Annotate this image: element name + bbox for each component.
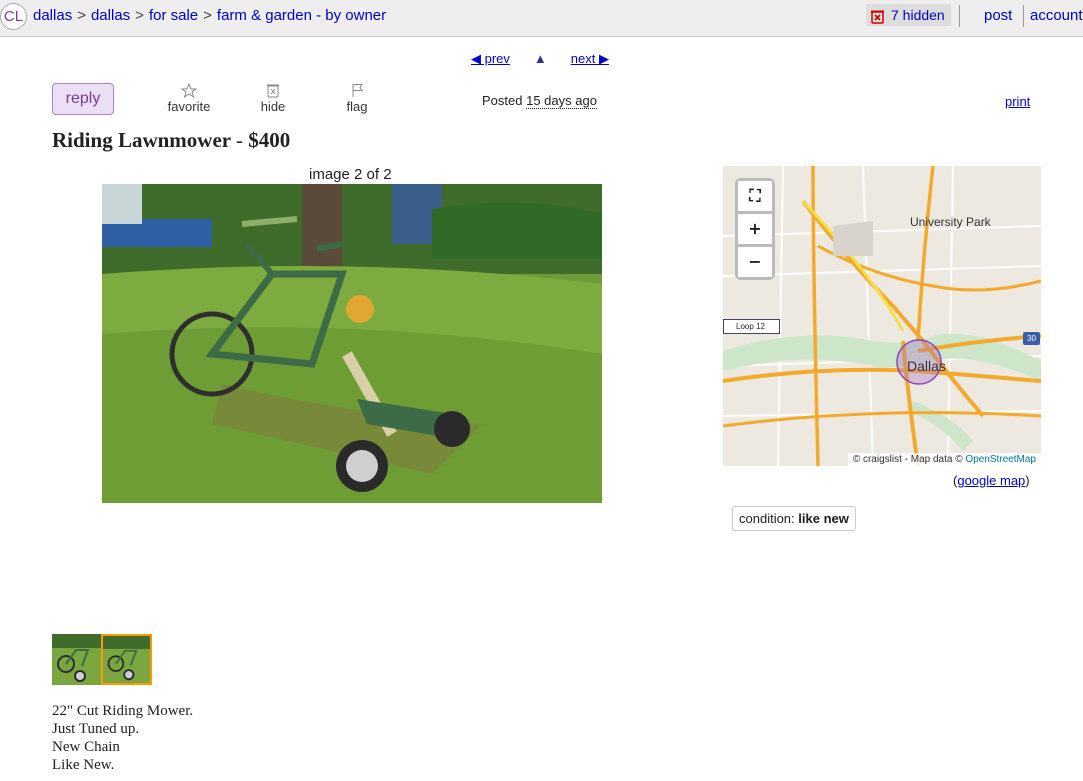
print-link[interactable]: print xyxy=(1005,94,1030,109)
breadcrumb-separator: > xyxy=(77,7,86,24)
flag-icon xyxy=(352,84,363,97)
favorite-label: favorite xyxy=(167,99,211,114)
hide-button[interactable]: hide xyxy=(255,83,291,114)
flag-label: flag xyxy=(346,99,368,114)
listing-title: Riding Lawnmower xyxy=(52,128,231,152)
posting-body: 22" Cut Riding Mower. Just Tuned up. New… xyxy=(52,702,193,774)
image-caption: image 2 of 2 xyxy=(309,166,392,183)
breadcrumb: dallas > dallas > for sale > farm & garden - b… xyxy=(33,7,386,24)
zoom-in-button[interactable]: + xyxy=(738,214,772,244)
map-label-university-park: University Park xyxy=(910,215,991,229)
condition-attribute: condition: like new xyxy=(732,506,856,531)
top-bar: CL dallas > dallas > for sale > farm & garden … xyxy=(0,0,1083,37)
hide-label: hide xyxy=(260,99,286,114)
google-map-link-wrap: (google map) xyxy=(953,473,1030,488)
breadcrumb-separator: > xyxy=(203,7,212,24)
flag-button[interactable]: flag xyxy=(340,83,374,114)
breadcrumb-dallas-city[interactable]: dallas xyxy=(91,7,130,24)
reply-button[interactable]: reply xyxy=(52,83,114,115)
posting-body-line: Like New. xyxy=(52,757,115,773)
craigslist-logo[interactable]: CL xyxy=(0,3,27,30)
posted-when: 15 days ago xyxy=(526,93,597,109)
trash-icon xyxy=(267,84,279,98)
hidden-trash-icon xyxy=(870,8,885,24)
map-controls: ⛶ + − xyxy=(735,178,775,280)
google-map-link[interactable]: google map xyxy=(957,473,1025,488)
breadcrumb-farm-garden[interactable]: farm & garden - by owner xyxy=(217,7,386,24)
posted-prefix: Posted xyxy=(482,93,523,108)
location-map[interactable]: University Park Dallas Loop 12 30 ⛶ + − … xyxy=(723,166,1041,466)
hidden-count-label: 7 hidden xyxy=(891,7,945,23)
thumbnail-2-selected[interactable] xyxy=(101,634,152,685)
hidden-posts-button[interactable]: 7 hidden xyxy=(866,4,951,26)
title-separator: - xyxy=(235,128,243,152)
breadcrumb-separator: > xyxy=(135,7,144,24)
up-arrow-icon[interactable]: ▲ xyxy=(534,51,547,66)
next-link[interactable]: next ▶ xyxy=(571,51,609,66)
posting-body-line: 22" Cut Riding Mower. xyxy=(52,703,194,719)
thumbnail-1[interactable] xyxy=(52,634,103,685)
breadcrumb-dallas-area[interactable]: dallas xyxy=(33,7,72,24)
openstreetmap-link[interactable]: OpenStreetMap xyxy=(965,454,1036,465)
topbar-divider xyxy=(959,5,960,27)
listing-price: $400 xyxy=(248,128,291,152)
condition-value: like new xyxy=(798,511,849,526)
prev-link[interactable]: ◀ prev xyxy=(471,51,510,66)
posting-body-line: Just Tuned up. xyxy=(52,721,140,737)
listing-pager: ◀ prev ▲ next ▶ xyxy=(471,51,609,67)
account-link[interactable]: account xyxy=(1030,7,1083,24)
map-attribution: © craigslist - Map data © OpenStreetMap xyxy=(847,453,1041,466)
listing-photo[interactable] xyxy=(102,184,602,503)
map-label-loop: Loop 12 xyxy=(723,319,780,334)
post-link[interactable]: post xyxy=(984,7,1012,24)
fullscreen-icon[interactable]: ⛶ xyxy=(738,181,772,211)
map-label-dallas: Dallas xyxy=(907,358,946,374)
breadcrumb-for-sale[interactable]: for sale xyxy=(149,7,198,24)
posted-date: Posted 15 days ago xyxy=(482,93,597,109)
page-title: Riding Lawnmower - $400 xyxy=(52,128,290,153)
topbar-divider xyxy=(1023,5,1024,27)
map-attribution-text: © craigslist - Map data © xyxy=(852,454,963,465)
posting-body-line: New Chain xyxy=(52,739,120,755)
condition-label: condition: xyxy=(739,511,795,526)
map-interstate-shield: 30 xyxy=(1023,332,1040,345)
favorite-button[interactable]: favorite xyxy=(165,83,213,114)
google-map-paren-close: ) xyxy=(1025,473,1030,488)
zoom-out-button[interactable]: − xyxy=(738,247,772,277)
star-icon xyxy=(181,83,197,98)
